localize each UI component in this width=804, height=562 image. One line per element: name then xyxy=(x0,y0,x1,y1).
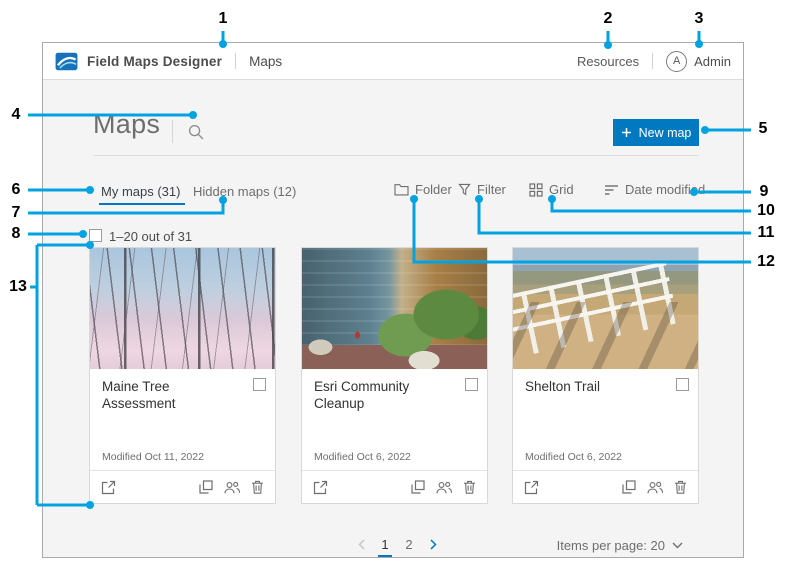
resources-link[interactable]: Resources xyxy=(577,54,639,69)
filter-label: Filter xyxy=(477,182,506,197)
app-header: Field Maps Designer Maps Resources A Adm… xyxy=(43,43,743,80)
items-per-page-select[interactable]: Items per page: 20 xyxy=(557,538,683,553)
duplicate-icon xyxy=(411,480,425,494)
avatar[interactable]: A xyxy=(666,51,687,72)
tab-hidden-maps[interactable]: Hidden maps (12) xyxy=(193,184,296,199)
open-map-button[interactable] xyxy=(101,480,116,495)
field-maps-designer-window: Field Maps Designer Maps Resources A Adm… xyxy=(42,42,744,558)
app-title: Field Maps Designer xyxy=(87,54,222,69)
sort-button[interactable]: Date modified xyxy=(604,182,705,197)
map-card-modified: Modified Oct 6, 2022 xyxy=(525,451,622,463)
callout-5: 5 xyxy=(759,121,768,137)
trash-icon xyxy=(251,480,264,494)
grid-icon xyxy=(529,183,543,197)
chevron-right-icon xyxy=(430,539,437,550)
pagination-page-1[interactable]: 1 xyxy=(378,535,392,557)
pagination-page-2[interactable]: 2 xyxy=(402,535,416,553)
map-card-modified: Modified Oct 11, 2022 xyxy=(102,451,204,463)
delete-map-button[interactable] xyxy=(674,480,687,494)
callout-13: 13 xyxy=(9,279,27,295)
map-card-checkbox[interactable] xyxy=(253,378,266,391)
callout-11: 11 xyxy=(758,225,775,241)
sort-label: Date modified xyxy=(625,182,705,197)
header-divider xyxy=(235,53,236,69)
grid-view-button[interactable]: Grid xyxy=(529,182,574,197)
title-rule xyxy=(93,155,699,156)
folder-icon xyxy=(394,183,409,196)
breadcrumb-maps[interactable]: Maps xyxy=(249,54,282,69)
select-all-checkbox[interactable] xyxy=(89,229,102,242)
account-menu[interactable]: A Admin xyxy=(666,51,731,72)
map-thumbnail-trail xyxy=(513,248,698,369)
map-card[interactable]: Shelton Trail Modified Oct 6, 2022 xyxy=(512,247,699,504)
share-map-button[interactable] xyxy=(647,481,663,494)
pagination-next-button[interactable] xyxy=(426,535,440,553)
callout-10: 10 xyxy=(757,203,775,219)
map-card-title: Shelton Trail xyxy=(525,379,686,396)
map-card-title: Maine Tree Assessment xyxy=(102,379,263,413)
filter-button[interactable]: Filter xyxy=(458,182,506,197)
chevron-left-icon xyxy=(358,539,365,550)
callout-6: 6 xyxy=(12,182,21,198)
group-icon xyxy=(436,481,452,494)
fence-graphic xyxy=(513,262,679,360)
trash-icon xyxy=(674,480,687,494)
chevron-down-icon xyxy=(672,542,683,549)
share-map-button[interactable] xyxy=(436,481,452,494)
page-title: Maps xyxy=(93,109,160,140)
open-in-new-icon xyxy=(101,480,116,495)
selection-count-label: 1–20 out of 31 xyxy=(109,229,192,244)
map-card-title: Esri Community Cleanup xyxy=(314,379,475,413)
map-card[interactable]: Esri Community Cleanup Modified Oct 6, 2… xyxy=(301,247,488,504)
map-thumbnail-trees xyxy=(90,248,275,369)
folder-label: Folder xyxy=(415,182,452,197)
new-map-label: New map xyxy=(639,126,692,140)
callout-3: 3 xyxy=(695,11,704,27)
header-divider xyxy=(652,53,653,69)
folder-button[interactable]: Folder xyxy=(394,182,452,197)
callout-7: 7 xyxy=(12,205,21,221)
tab-my-maps[interactable]: My maps (31) xyxy=(101,184,180,199)
delete-map-button[interactable] xyxy=(251,480,264,494)
map-card-checkbox[interactable] xyxy=(676,378,689,391)
user-name: Admin xyxy=(694,54,731,69)
callout-9: 9 xyxy=(760,184,769,200)
esri-logo-icon xyxy=(55,52,78,71)
plus-icon xyxy=(621,127,632,138)
callout-8: 8 xyxy=(12,226,21,242)
callout-2: 2 xyxy=(604,11,613,27)
map-card-modified: Modified Oct 6, 2022 xyxy=(314,451,411,463)
callout-4: 4 xyxy=(12,107,21,123)
callout-1: 1 xyxy=(219,11,228,27)
open-in-new-icon xyxy=(524,480,539,495)
pagination: 1 2 xyxy=(354,535,440,553)
pagination-prev-button[interactable] xyxy=(354,535,368,553)
new-map-button[interactable]: New map xyxy=(613,119,699,146)
filter-icon xyxy=(458,183,471,196)
open-map-button[interactable] xyxy=(524,480,539,495)
map-card[interactable]: Maine Tree Assessment Modified Oct 11, 2… xyxy=(89,247,276,504)
group-icon xyxy=(224,481,240,494)
sort-icon xyxy=(604,184,619,196)
callout-12: 12 xyxy=(757,254,775,270)
share-map-button[interactable] xyxy=(224,481,240,494)
duplicate-map-button[interactable] xyxy=(199,480,213,494)
open-map-button[interactable] xyxy=(313,480,328,495)
active-tab-underline xyxy=(99,203,185,205)
open-in-new-icon xyxy=(313,480,328,495)
map-thumbnail-campus xyxy=(302,248,487,369)
duplicate-icon xyxy=(199,480,213,494)
group-icon xyxy=(647,481,663,494)
delete-map-button[interactable] xyxy=(463,480,476,494)
title-divider xyxy=(172,120,173,143)
trash-icon xyxy=(463,480,476,494)
duplicate-icon xyxy=(622,480,636,494)
search-icon[interactable] xyxy=(188,124,204,140)
duplicate-map-button[interactable] xyxy=(411,480,425,494)
grid-label: Grid xyxy=(549,182,574,197)
items-per-page-label: Items per page: 20 xyxy=(557,538,665,553)
duplicate-map-button[interactable] xyxy=(622,480,636,494)
map-card-checkbox[interactable] xyxy=(465,378,478,391)
